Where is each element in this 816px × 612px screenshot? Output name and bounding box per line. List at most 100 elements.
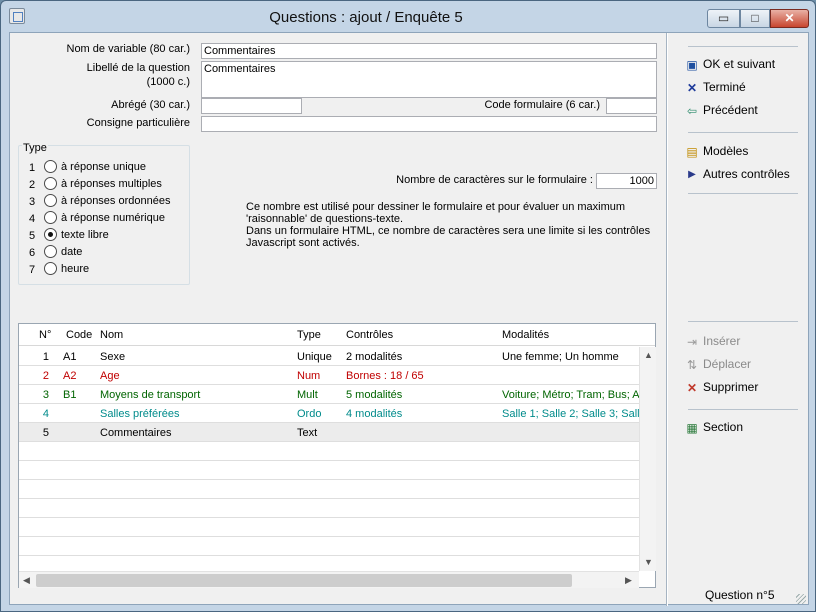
option-label: heure [61,263,90,275]
nbchars-input[interactable]: 1000 [596,173,657,189]
radio-button-selected[interactable] [44,228,57,241]
libelle-sublabel: (1000 c.) [146,76,190,88]
status-question-number: Question n°5 [705,588,775,602]
cell-n: 1 [42,351,49,363]
radio-button[interactable] [44,211,57,224]
option-label: à réponse numérique [61,212,165,224]
move-icon: ⇅ [686,358,698,372]
close-button[interactable]: ✕ [770,9,809,28]
cell-controles: 2 modalités [346,351,403,363]
vertical-scrollbar[interactable]: ▲ ▼ [639,347,656,571]
abrege-input[interactable] [201,98,302,114]
template-icon: ▤ [686,145,698,159]
arrow-left-icon: ⇦ [686,104,698,118]
table-row[interactable] [19,518,639,537]
option-label: date [61,246,83,258]
scroll-right-icon[interactable]: ▶ [625,575,632,586]
play-icon: ▶ [688,169,696,180]
divider [688,321,798,322]
abrege-label: Abrégé (30 car.) [111,99,190,111]
table-row[interactable]: 4 Salles préférées Ordo 4 modalités Salle 1;… [19,404,639,423]
horizontal-scroll-thumb[interactable] [36,574,572,587]
cell-modalites: Une femme; Un homme [502,351,619,363]
radio-button[interactable] [44,245,57,258]
cell-type: Unique [297,351,332,363]
title-bar[interactable]: Questions : ajout / Enquête 5 ▭ □ ✕ [1,1,815,31]
cell-type: Ordo [297,408,322,420]
cell-n: 5 [42,427,49,439]
cell-nom: Salles préférées [100,408,180,420]
nbchars-note: Ce nombre est utilisé pour dessiner le f… [246,201,651,249]
window-title: Questions : ajout / Enquête 5 [269,9,463,26]
cell-type: Text [297,427,318,439]
consigne-input[interactable] [201,116,657,132]
cell-controles: 5 modalités [346,389,403,401]
save-icon: ▣ [686,58,698,72]
table-row[interactable]: 3 B1 Moyens de transport Mult 5 modalités Voi… [19,385,639,404]
button-label: Section [703,420,744,434]
cell-nom: Age [100,370,120,382]
delete-icon: ✕ [686,381,698,395]
column-header-modalites[interactable]: Modalités [502,329,549,341]
scroll-down-icon[interactable]: ▼ [644,557,653,567]
cell-n: 2 [42,370,49,382]
option-label: à réponses multiples [61,178,162,190]
table-row[interactable] [19,461,639,480]
minimize-button[interactable]: ▭ [707,9,740,28]
radio-button[interactable] [44,177,57,190]
resize-grip-icon[interactable] [796,594,806,604]
divider [688,193,798,194]
button-label: Déplacer [703,357,752,371]
option-number: 1 [29,162,36,174]
option-number: 5 [29,230,36,242]
code-formulaire-input[interactable] [606,98,657,114]
button-label: Modèles [703,144,749,158]
option-number: 2 [29,179,36,191]
maximize-icon: □ [751,11,759,25]
button-label: Supprimer [703,380,759,394]
type-group-title: Type [22,142,48,154]
cell-controles: 4 modalités [346,408,403,420]
option-label: à réponses ordonnées [61,195,171,207]
table-row[interactable] [19,442,639,461]
option-number: 4 [29,213,36,225]
table-row[interactable]: 2 A2 Age Num Bornes : 18 / 65 [19,366,639,385]
minimize-icon: ▭ [717,11,730,25]
vertical-divider-highlight [667,33,668,606]
table-row[interactable]: 5 Commentaires Text [19,423,639,442]
table-row[interactable] [19,499,639,518]
nbchars-label: Nombre de caractères sur le formulaire : [396,174,593,186]
cell-code: A1 [63,351,77,363]
scroll-up-icon[interactable]: ▲ [644,350,653,360]
table-row[interactable]: 1 A1 Sexe Unique 2 modalités Une femme; Un ho… [19,347,639,366]
scroll-left-icon[interactable]: ◀ [23,575,30,586]
column-header-code[interactable]: Code [66,329,92,341]
varname-label: Nom de variable (80 car.) [66,43,191,55]
table-row[interactable] [19,537,639,556]
button-label: OK et suivant [703,57,776,71]
column-header-type[interactable]: Type [297,329,321,341]
grid-header: N° Code Nom Type Contrôles Modalités [19,324,655,346]
button-label: Insérer [703,334,741,348]
cell-type: Num [297,370,321,382]
option-number: 6 [29,247,36,259]
cell-modalites: Voiture; Métro; Tram; Bus; A [502,389,639,401]
dialog-client: Nom de variable (80 car.) Commentaires L… [9,32,809,606]
button-label: Précédent [703,103,758,117]
libelle-textarea[interactable]: Commentaires [201,61,657,98]
horizontal-scrollbar[interactable]: ◀ ▶ [19,571,639,588]
column-header-controles[interactable]: Contrôles [346,329,393,341]
cell-code: B1 [63,389,77,401]
column-header-nom[interactable]: Nom [100,329,123,341]
divider [688,132,798,133]
radio-button[interactable] [44,160,57,173]
questions-grid[interactable]: N° Code Nom Type Contrôles Modalités 1 A1… [18,323,656,588]
varname-input[interactable]: Commentaires [201,43,657,59]
maximize-button[interactable]: □ [740,9,770,28]
radio-button[interactable] [44,262,57,275]
cell-modalites: Salle 1; Salle 2; Salle 3; Salle [502,408,639,420]
column-header-num[interactable]: N° [39,329,51,341]
radio-button[interactable] [44,194,57,207]
consigne-label: Consigne particulière [86,117,190,129]
table-row[interactable] [19,480,639,499]
